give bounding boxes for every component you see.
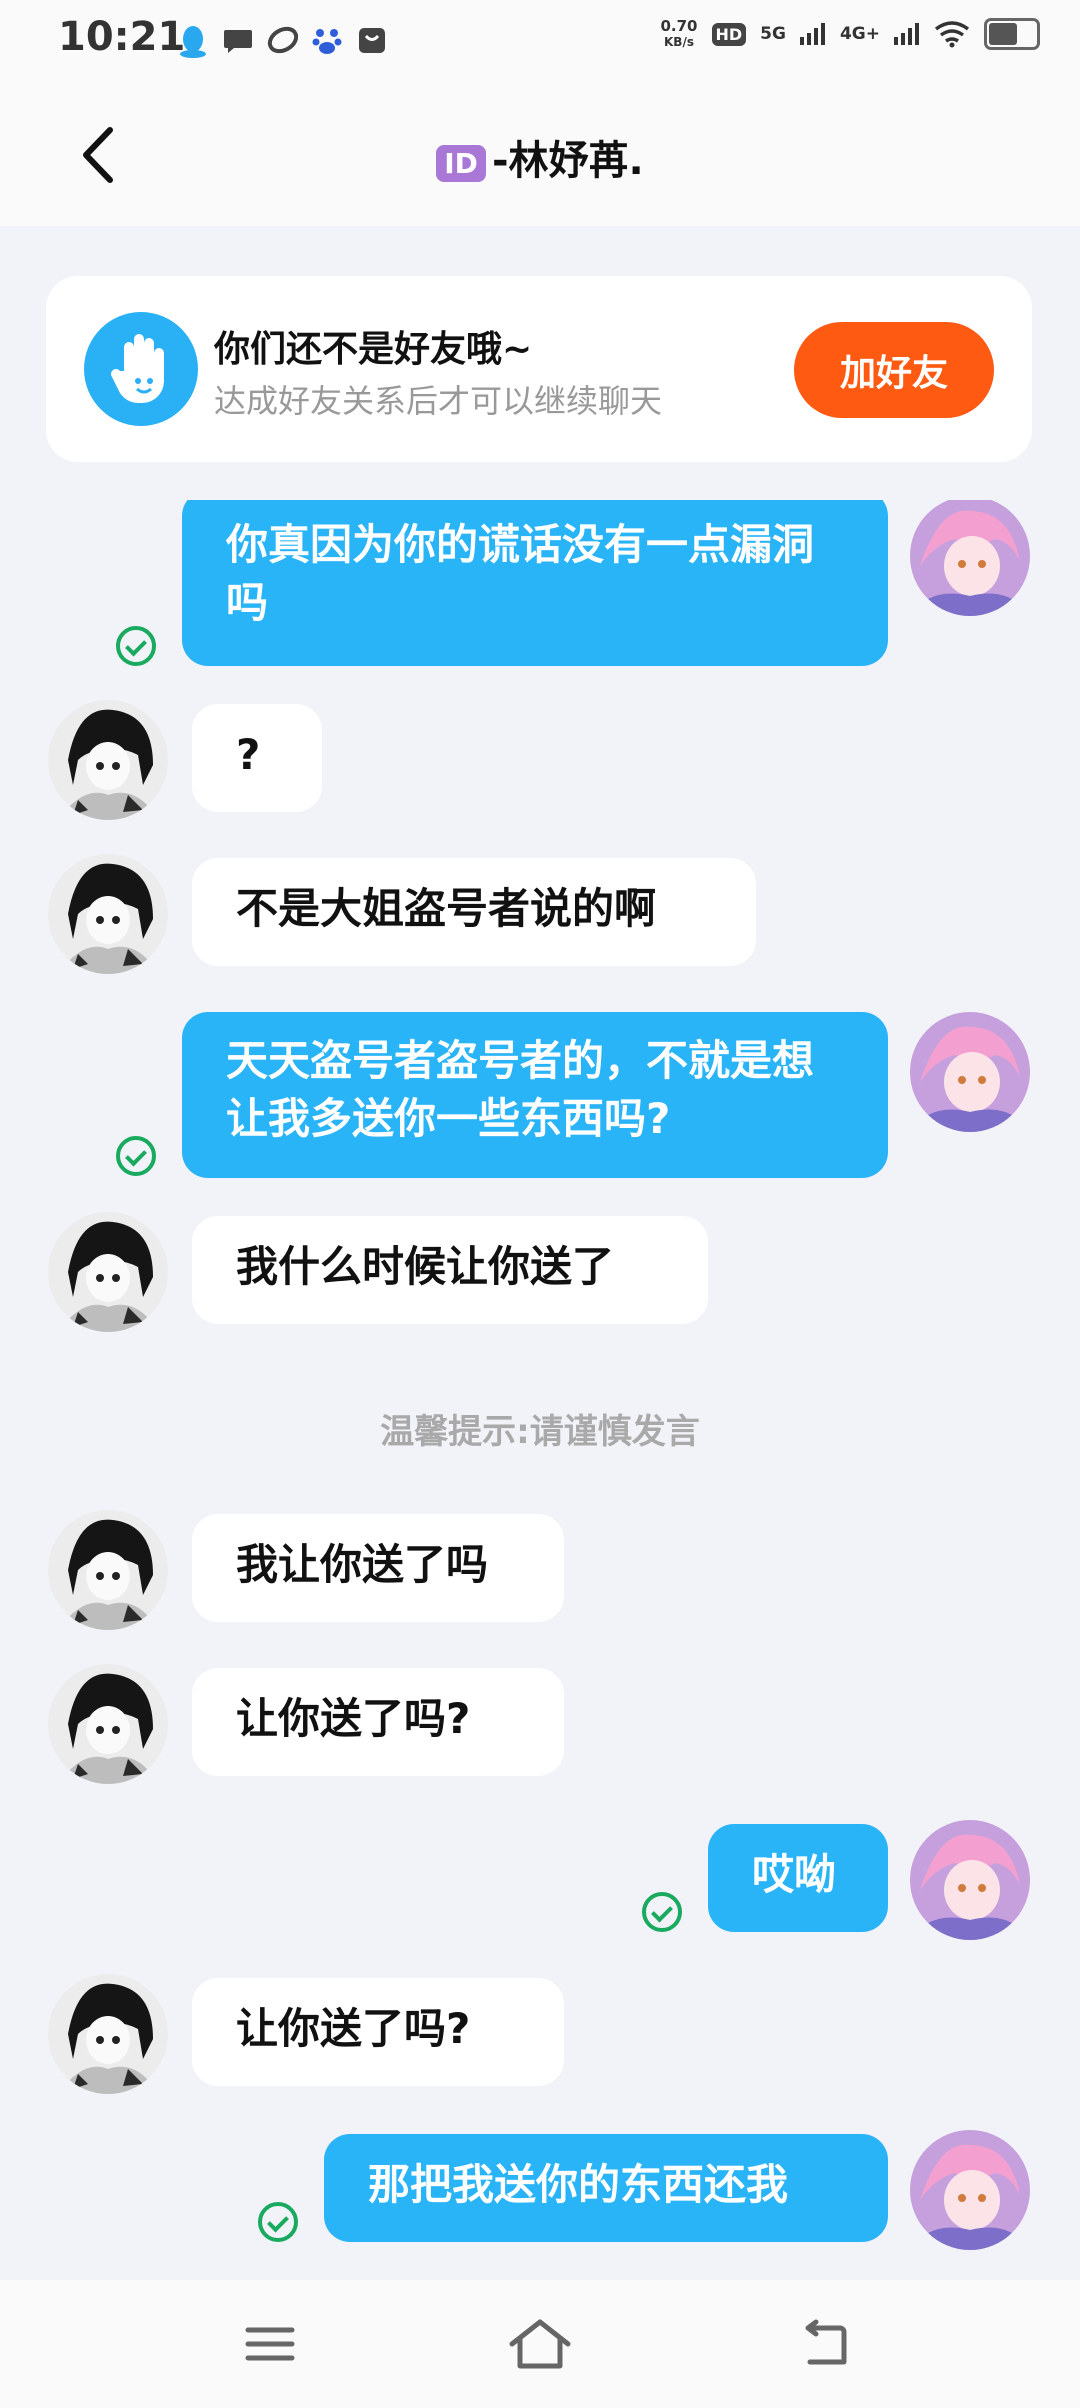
message-bubble[interactable]: 不是大姐盗号者说的啊	[192, 858, 756, 966]
banner-title: 你们还不是好友哦~	[214, 329, 533, 370]
baidu-paw-icon	[312, 29, 342, 54]
message-bubble[interactable]: 让你送了吗?	[192, 1668, 564, 1776]
read-check-icon	[116, 626, 156, 666]
my-avatar[interactable]	[910, 1012, 1030, 1132]
signal-5g-label: 5G	[760, 24, 786, 44]
contact-avatar[interactable]	[48, 1974, 168, 2094]
message-text: 我什么时候让你送了	[236, 1242, 615, 1291]
message-bubble[interactable]: 你真因为你的谎话没有一点漏洞吗	[182, 500, 888, 666]
message-text: 天天盗号者盗号者的，不就是想让我多送你一些东西吗?	[226, 1036, 815, 1143]
id-badge: ID	[436, 144, 486, 182]
my-avatar[interactable]	[910, 500, 1030, 616]
message-text: 我让你送了吗	[236, 1540, 489, 1589]
contact-avatar[interactable]	[48, 700, 168, 820]
message-bubble[interactable]: 哎呦	[708, 1824, 888, 1932]
system-nav-bar	[0, 2280, 1080, 2408]
contact-avatar[interactable]	[48, 1664, 168, 1784]
chat-messages[interactable]: 你真因为你的谎话没有一点漏洞吗 ? 不是大姐盗号者说的啊 天天盗号者盗号者的，不…	[0, 500, 1080, 2280]
contact-avatar[interactable]	[48, 854, 168, 974]
banner-subtitle: 达成好友关系后才可以继续聊天	[214, 382, 663, 420]
read-check-icon	[642, 1892, 682, 1932]
page-title: ID -林妤苒.	[0, 128, 1080, 186]
bag-icon	[359, 28, 385, 53]
wave-hand-icon	[84, 312, 198, 426]
message-bubble[interactable]: 让你送了吗?	[192, 1978, 564, 2086]
read-check-icon	[116, 1136, 156, 1176]
read-check-icon	[258, 2202, 298, 2242]
message-text: 不是大姐盗号者说的啊	[236, 884, 657, 933]
wifi-icon	[934, 21, 970, 48]
status-bar: 10:21 0.70 KB/s HD 5G 4G+	[0, 0, 1080, 80]
warning-tip: 温馨提示:请谨慎发言	[380, 1412, 700, 1452]
message-text: 哎呦	[752, 1850, 837, 1899]
message-bubble[interactable]: 天天盗号者盗号者的，不就是想让我多送你一些东西吗?	[182, 1012, 888, 1178]
signal-bars-icon-2	[894, 23, 919, 45]
add-friend-button[interactable]: 加好友	[794, 322, 994, 418]
my-avatar[interactable]	[910, 2130, 1030, 2250]
my-avatar[interactable]	[910, 1820, 1030, 1940]
contact-avatar[interactable]	[48, 1212, 168, 1332]
contact-avatar[interactable]	[48, 1510, 168, 1630]
net-speed-value: 0.70	[660, 17, 698, 35]
home-nav-button[interactable]	[500, 2314, 580, 2374]
signal-bars-icon	[799, 23, 825, 45]
battery-icon	[984, 18, 1040, 50]
message-text: 你真因为你的谎话没有一点漏洞吗	[226, 520, 815, 627]
qq-icon	[180, 26, 206, 58]
contact-name: -林妤苒.	[491, 138, 644, 184]
hd-badge: HD	[711, 22, 747, 46]
signal-4g-label: 4G+	[839, 24, 880, 44]
message-text: 让你送了吗?	[236, 2004, 471, 2053]
message-bubble[interactable]: ?	[192, 704, 322, 812]
message-text: 让你送了吗?	[236, 1694, 471, 1743]
clock: 10:21	[58, 14, 186, 60]
not-friends-banner: 你们还不是好友哦~ 达成好友关系后才可以继续聊天 加好友	[46, 276, 1032, 462]
chat-header: ID -林妤苒.	[0, 80, 1080, 226]
app-icon	[267, 26, 299, 54]
message-bubble[interactable]: 那把我送你的东西还我	[324, 2134, 888, 2242]
net-speed: 0.70 KB/s	[660, 18, 697, 50]
message-bubble[interactable]: 我让你送了吗	[192, 1514, 564, 1622]
message-icon	[224, 30, 252, 53]
status-indicators: 0.70 KB/s HD 5G 4G+	[660, 18, 1040, 50]
message-bubble[interactable]: 我什么时候让你送了	[192, 1216, 708, 1324]
message-text: 那把我送你的东西还我	[368, 2160, 789, 2209]
back-nav-button[interactable]	[784, 2314, 864, 2374]
net-speed-unit: KB/s	[664, 35, 694, 49]
menu-nav-button[interactable]	[230, 2314, 310, 2374]
message-text: ?	[236, 730, 261, 779]
